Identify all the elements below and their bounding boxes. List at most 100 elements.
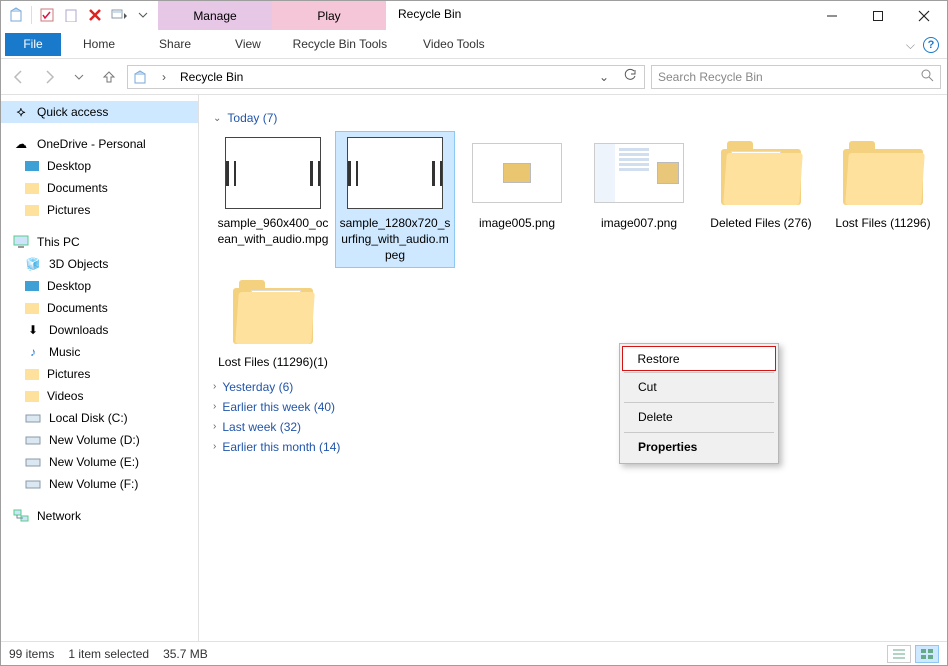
quick-access-toolbar — [1, 1, 158, 29]
onedrive[interactable]: ☁︎OneDrive - Personal — [1, 133, 198, 155]
address-dropdown-icon[interactable]: ⌄ — [594, 70, 614, 84]
group-today[interactable]: ⌄Today (7) — [213, 111, 943, 125]
image-thumb-icon — [591, 137, 687, 209]
address-path: Recycle Bin — [180, 70, 588, 84]
forward-button[interactable] — [37, 65, 61, 89]
folder-icon — [225, 276, 321, 348]
group-earlier-week[interactable]: ›Earlier this week (40) — [213, 400, 943, 414]
back-button[interactable] — [7, 65, 31, 89]
close-button[interactable] — [901, 1, 947, 30]
sidebar-item-videos[interactable]: Videos — [1, 385, 198, 407]
file-name: sample_960x400_ocean_with_audio.mpg — [217, 215, 329, 247]
sidebar-item-volume-d[interactable]: New Volume (D:) — [1, 429, 198, 451]
sidebar-item-documents[interactable]: Documents — [1, 297, 198, 319]
main-area: ⯎Quick access ☁︎OneDrive - Personal Desk… — [1, 95, 947, 641]
drive-icon — [25, 454, 41, 470]
breadcrumb-chevron-icon[interactable]: › — [154, 70, 174, 84]
sidebar-item-downloads[interactable]: ⬇︎Downloads — [1, 319, 198, 341]
video-tools-tab[interactable]: Video Tools — [397, 30, 511, 59]
drive-icon — [25, 476, 41, 492]
recycle-bin-tools-tab[interactable]: Recycle Bin Tools — [283, 30, 397, 59]
file-item[interactable]: image007.png — [579, 131, 699, 268]
sidebar-item-local-disk[interactable]: Local Disk (C:) — [1, 407, 198, 429]
folder-item[interactable]: Deleted Files (276) — [701, 131, 821, 268]
status-item-count: 99 items — [9, 647, 54, 661]
group-yesterday[interactable]: ›Yesterday (6) — [213, 380, 943, 394]
file-tab[interactable]: File — [5, 33, 61, 56]
up-button[interactable] — [97, 65, 121, 89]
manage-context-tab[interactable]: Manage — [158, 1, 272, 30]
sidebar-item-volume-e[interactable]: New Volume (E:) — [1, 451, 198, 473]
menu-delete[interactable]: Delete — [622, 404, 776, 431]
sidebar-item-music[interactable]: ♪Music — [1, 341, 198, 363]
sidebar-item-pictures[interactable]: Pictures — [1, 363, 198, 385]
sidebar-item-documents-od[interactable]: Documents — [1, 177, 198, 199]
chevron-right-icon: › — [213, 381, 216, 392]
group-last-week[interactable]: ›Last week (32) — [213, 420, 943, 434]
file-name: Lost Files (11296) — [835, 215, 930, 231]
file-item[interactable]: sample_960x400_ocean_with_audio.mpg — [213, 131, 333, 268]
address-bar[interactable]: › Recycle Bin ⌄ — [127, 65, 645, 89]
drive-icon — [25, 432, 41, 448]
navigation-pane: ⯎Quick access ☁︎OneDrive - Personal Desk… — [1, 95, 199, 641]
window-controls — [809, 1, 947, 30]
sidebar-item-3d-objects[interactable]: 🧊3D Objects — [1, 253, 198, 275]
menu-restore[interactable]: Restore — [622, 346, 776, 371]
collapse-ribbon-icon[interactable]: ⌵ — [906, 38, 915, 53]
minimize-button[interactable] — [809, 1, 855, 30]
share-tab[interactable]: Share — [137, 30, 213, 59]
quick-access[interactable]: ⯎Quick access — [1, 101, 198, 123]
refresh-icon[interactable] — [620, 68, 640, 85]
pictures-icon — [25, 205, 39, 216]
sidebar-item-desktop[interactable]: Desktop — [1, 275, 198, 297]
videos-icon — [25, 391, 39, 402]
recycle-bin-icon[interactable] — [5, 4, 27, 26]
recent-locations-icon[interactable] — [67, 65, 91, 89]
address-bar-row: › Recycle Bin ⌄ — [1, 59, 947, 95]
view-tab[interactable]: View — [213, 30, 283, 59]
file-item-selected[interactable]: sample_1280x720_surfing_with_audio.mpeg — [335, 131, 455, 268]
contextual-tabs: Manage Play — [158, 1, 386, 30]
folder-item[interactable]: Lost Files (11296)(1) — [213, 270, 333, 374]
sidebar-item-desktop-od[interactable]: Desktop — [1, 155, 198, 177]
group-earlier-month[interactable]: ›Earlier this month (14) — [213, 440, 943, 454]
properties-qat-icon[interactable] — [36, 4, 58, 26]
cube-icon: 🧊 — [25, 256, 41, 272]
chevron-right-icon: › — [213, 421, 216, 432]
file-name: image005.png — [479, 215, 555, 231]
home-tab[interactable]: Home — [61, 30, 137, 59]
delete-qat-icon[interactable] — [84, 4, 106, 26]
music-icon: ♪ — [25, 344, 41, 360]
content-pane: ⌄Today (7) sample_960x400_ocean_with_aud… — [199, 95, 947, 641]
details-view-button[interactable] — [887, 645, 911, 663]
search-icon[interactable] — [920, 68, 934, 85]
maximize-button[interactable] — [855, 1, 901, 30]
folder-item[interactable]: Lost Files (11296) — [823, 131, 943, 268]
qat-icon[interactable] — [108, 4, 130, 26]
recycle-bin-addr-icon — [132, 69, 148, 85]
search-input[interactable] — [658, 70, 914, 84]
qat-customize-icon[interactable] — [132, 4, 154, 26]
desktop-icon — [25, 281, 39, 291]
this-pc[interactable]: This PC — [1, 231, 198, 253]
menu-properties[interactable]: Properties — [622, 434, 776, 461]
file-item[interactable]: image005.png — [457, 131, 577, 268]
search-box[interactable] — [651, 65, 941, 89]
video-thumb-icon — [347, 137, 443, 209]
status-size: 35.7 MB — [163, 647, 208, 661]
network-icon — [13, 508, 29, 524]
star-icon: ⯎ — [13, 104, 29, 120]
status-selected: 1 item selected — [68, 647, 149, 661]
file-name: Deleted Files (276) — [710, 215, 811, 231]
network[interactable]: Network — [1, 505, 198, 527]
downloads-icon: ⬇︎ — [25, 322, 41, 338]
sidebar-item-pictures-od[interactable]: Pictures — [1, 199, 198, 221]
icons-view-button[interactable] — [915, 645, 939, 663]
context-menu: Restore Cut Delete Properties — [619, 343, 779, 464]
help-icon[interactable]: ? — [923, 37, 939, 53]
menu-cut[interactable]: Cut — [622, 374, 776, 401]
new-qat-icon[interactable] — [60, 4, 82, 26]
play-context-tab[interactable]: Play — [272, 1, 386, 30]
sidebar-item-volume-f[interactable]: New Volume (F:) — [1, 473, 198, 495]
separator — [624, 432, 774, 433]
